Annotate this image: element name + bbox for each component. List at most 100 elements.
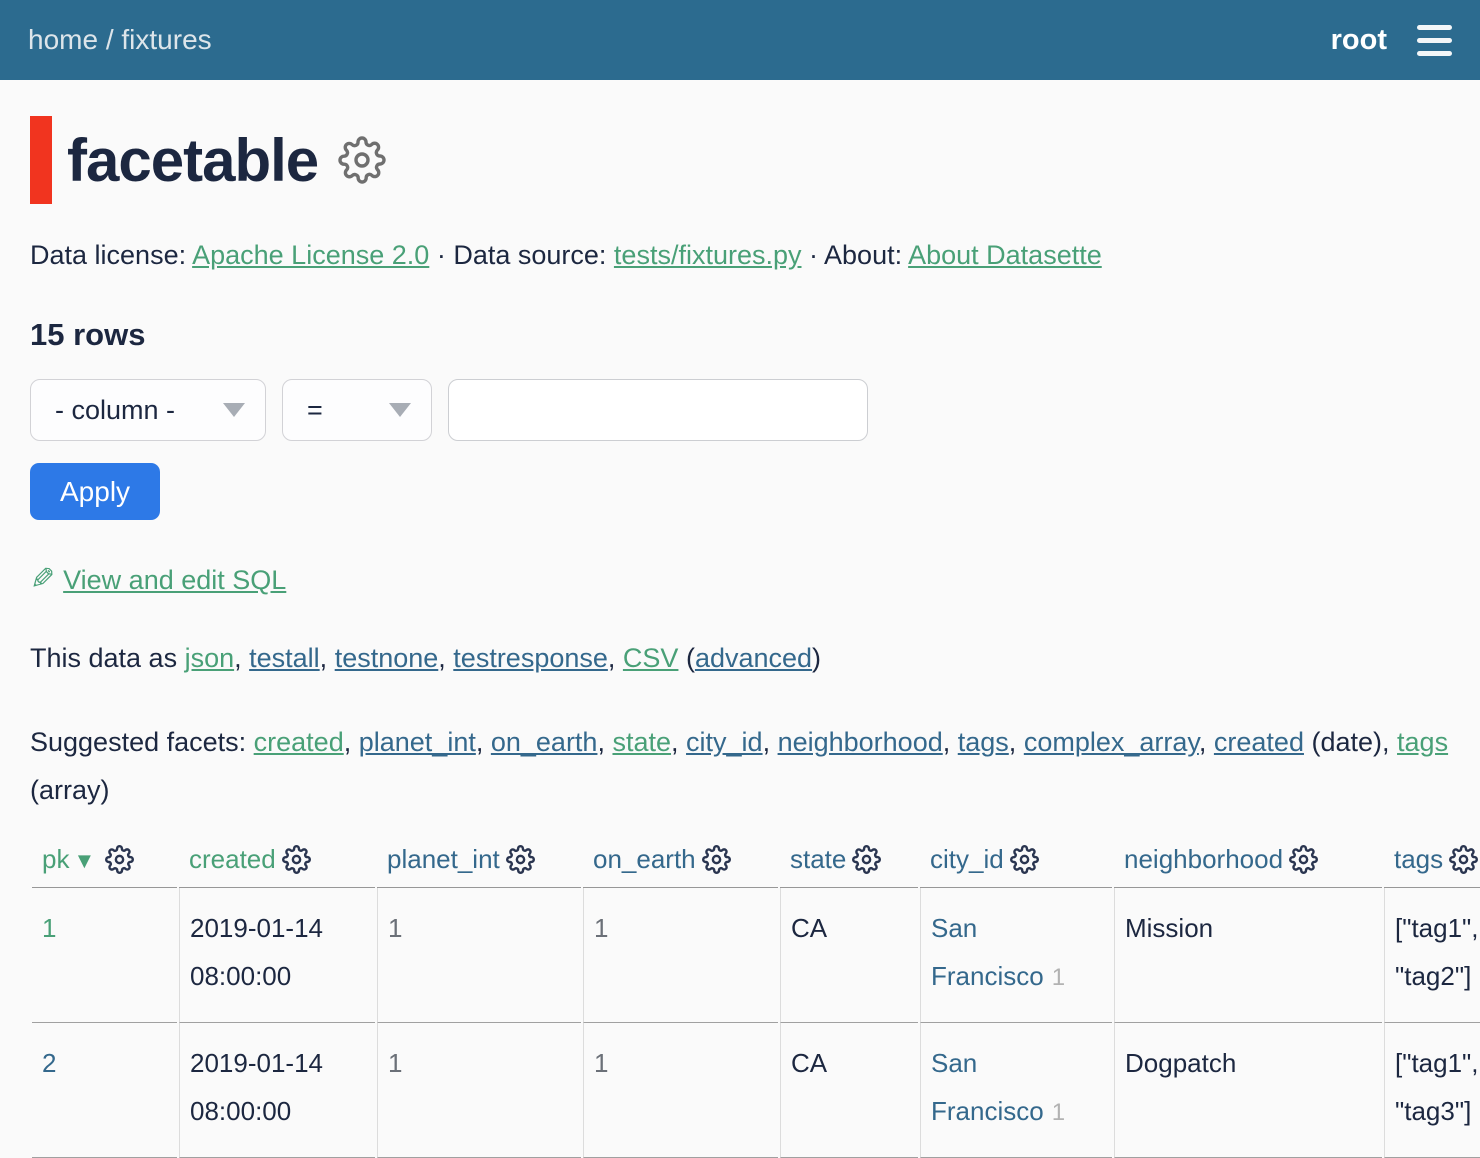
- column-gear-icon[interactable]: [1289, 845, 1318, 874]
- separator-dot: ·: [809, 240, 818, 270]
- column-header-state: state: [780, 840, 918, 888]
- export-link-csv[interactable]: CSV: [623, 643, 679, 673]
- breadcrumb-separator: /: [98, 24, 121, 55]
- cell-created: 2019-01-14 08:00:00: [179, 888, 375, 1023]
- cell-created: 2019-01-14 08:00:00: [179, 1023, 375, 1158]
- foreign-key-raw-id: 1: [1052, 1099, 1065, 1126]
- export-link-testnone[interactable]: testnone: [335, 643, 439, 673]
- cell-state: CA: [780, 888, 918, 1023]
- column-header-created: created: [179, 840, 375, 888]
- export-link-testall[interactable]: testall: [249, 643, 320, 673]
- view-edit-sql-link[interactable]: View and edit SQL: [63, 565, 286, 595]
- export-link-advanced[interactable]: advanced: [695, 643, 812, 673]
- metadata-line: Data license: Apache License 2.0 · Data …: [30, 240, 1450, 271]
- suggested-facets-line: Suggested facets: created, planet_int, o…: [30, 718, 1450, 814]
- title-row: facetable: [30, 116, 1450, 204]
- hamburger-bar: [1417, 38, 1452, 43]
- column-sort-link-neighborhood[interactable]: neighborhood: [1124, 844, 1283, 874]
- column-sort-link-tags[interactable]: tags: [1394, 844, 1443, 874]
- export-line: This data as json, testall, testnone, te…: [30, 643, 1450, 674]
- column-gear-icon[interactable]: [282, 845, 311, 874]
- column-header-planet_int: planet_int: [377, 840, 581, 888]
- logged-in-user[interactable]: root: [1331, 24, 1387, 57]
- cell-planet_int: 1: [377, 1023, 581, 1158]
- column-sort-link-city_id[interactable]: city_id: [930, 844, 1004, 874]
- cell-planet_int: 1: [377, 888, 581, 1023]
- apply-button[interactable]: Apply: [30, 463, 160, 520]
- facet-link-planet_int[interactable]: planet_int: [359, 727, 476, 757]
- column-header-city_id: city_id: [920, 840, 1112, 888]
- cell-pk: 1: [32, 888, 177, 1023]
- table-row: 22019-01-14 08:00:0011CASan Francisco1Do…: [32, 1023, 1480, 1158]
- main-content: facetable Data license: Apache License 2…: [0, 116, 1480, 1158]
- cell-tags: ["tag1", "tag2"]: [1384, 888, 1480, 1023]
- hamburger-bar: [1417, 51, 1452, 56]
- facet-link-city_id[interactable]: city_id: [686, 727, 763, 757]
- chevron-down-icon: [223, 403, 245, 417]
- filter-value-input[interactable]: [448, 379, 868, 441]
- facet-link-created[interactable]: created: [1214, 727, 1304, 757]
- hamburger-menu-icon[interactable]: [1417, 21, 1452, 60]
- column-header-pk: pk▼: [32, 840, 177, 888]
- column-gear-icon[interactable]: [506, 845, 535, 874]
- separator-dot: ·: [437, 240, 446, 270]
- chevron-down-icon: [389, 403, 411, 417]
- license-link[interactable]: Apache License 2.0: [192, 240, 429, 270]
- filter-operator-value: =: [307, 395, 323, 426]
- facet-link-on_earth[interactable]: on_earth: [491, 727, 598, 757]
- row-1-pk-link[interactable]: 1: [42, 913, 56, 943]
- row-2-pk-link[interactable]: 2: [42, 1048, 56, 1078]
- filter-operator-select[interactable]: =: [282, 379, 432, 441]
- facet-link-tags[interactable]: tags: [1397, 727, 1448, 757]
- export-link-testresponse[interactable]: testresponse: [453, 643, 608, 673]
- export-link-json[interactable]: json: [185, 643, 235, 673]
- column-header-tags: tags: [1384, 840, 1480, 888]
- nav-right: root: [1331, 21, 1452, 60]
- cell-city_id: San Francisco 1: [920, 888, 1112, 1023]
- column-sort-link-state[interactable]: state: [790, 844, 846, 874]
- cell-neighborhood: Mission: [1114, 888, 1382, 1023]
- column-header-neighborhood: neighborhood: [1114, 840, 1382, 888]
- column-gear-icon[interactable]: [852, 845, 881, 874]
- column-sort-link-planet_int[interactable]: planet_int: [387, 844, 500, 874]
- facet-link-state[interactable]: state: [612, 727, 671, 757]
- cell-tags: ["tag1", "tag3"]: [1384, 1023, 1480, 1158]
- foreign-key-link[interactable]: San Francisco: [931, 913, 1044, 991]
- breadcrumb-database-link[interactable]: fixtures: [121, 24, 211, 55]
- facet-link-tags[interactable]: tags: [958, 727, 1009, 757]
- breadcrumb: home / fixtures: [28, 24, 212, 56]
- cell-on_earth: 1: [583, 1023, 778, 1158]
- source-link[interactable]: tests/fixtures.py: [614, 240, 802, 270]
- column-header-on_earth: on_earth: [583, 840, 778, 888]
- about-link[interactable]: About Datasette: [908, 240, 1102, 270]
- facet-link-created[interactable]: created: [254, 727, 344, 757]
- filter-column-select[interactable]: - column -: [30, 379, 266, 441]
- data-table: pk▼ created planet_int on_earth state city_id…: [30, 840, 1480, 1158]
- cell-city_id: San Francisco 1: [920, 1023, 1112, 1158]
- column-gear-icon[interactable]: [1010, 845, 1039, 874]
- foreign-key-raw-id: 1: [1052, 964, 1065, 991]
- facet-link-neighborhood[interactable]: neighborhood: [778, 727, 943, 757]
- column-sort-link-on_earth[interactable]: on_earth: [593, 844, 696, 874]
- foreign-key-link[interactable]: San Francisco: [931, 1048, 1044, 1126]
- page-title: facetable: [67, 126, 318, 195]
- column-sort-link-created[interactable]: created: [189, 844, 276, 874]
- column-sort-link-pk[interactable]: pk: [42, 844, 69, 874]
- data-table-wrapper: pk▼ created planet_int on_earth state city_id…: [30, 840, 1450, 1158]
- cell-pk: 2: [32, 1023, 177, 1158]
- source-label: Data source:: [453, 240, 606, 270]
- column-gear-icon[interactable]: [1449, 845, 1478, 874]
- column-gear-icon[interactable]: [702, 845, 731, 874]
- hamburger-bar: [1417, 25, 1452, 30]
- breadcrumb-home-link[interactable]: home: [28, 24, 98, 55]
- column-gear-icon[interactable]: [105, 845, 134, 874]
- table-settings-gear-icon[interactable]: [338, 136, 386, 184]
- filter-row: - column - =: [30, 379, 1450, 441]
- license-label: Data license:: [30, 240, 186, 270]
- facet-link-complex_array[interactable]: complex_array: [1024, 727, 1199, 757]
- table-row: 12019-01-14 08:00:0011CASan Francisco1Mi…: [32, 888, 1480, 1023]
- sort-descending-icon: ▼: [73, 848, 95, 873]
- about-label: About:: [824, 240, 902, 270]
- cell-state: CA: [780, 1023, 918, 1158]
- top-navigation-bar: home / fixtures root: [0, 0, 1480, 80]
